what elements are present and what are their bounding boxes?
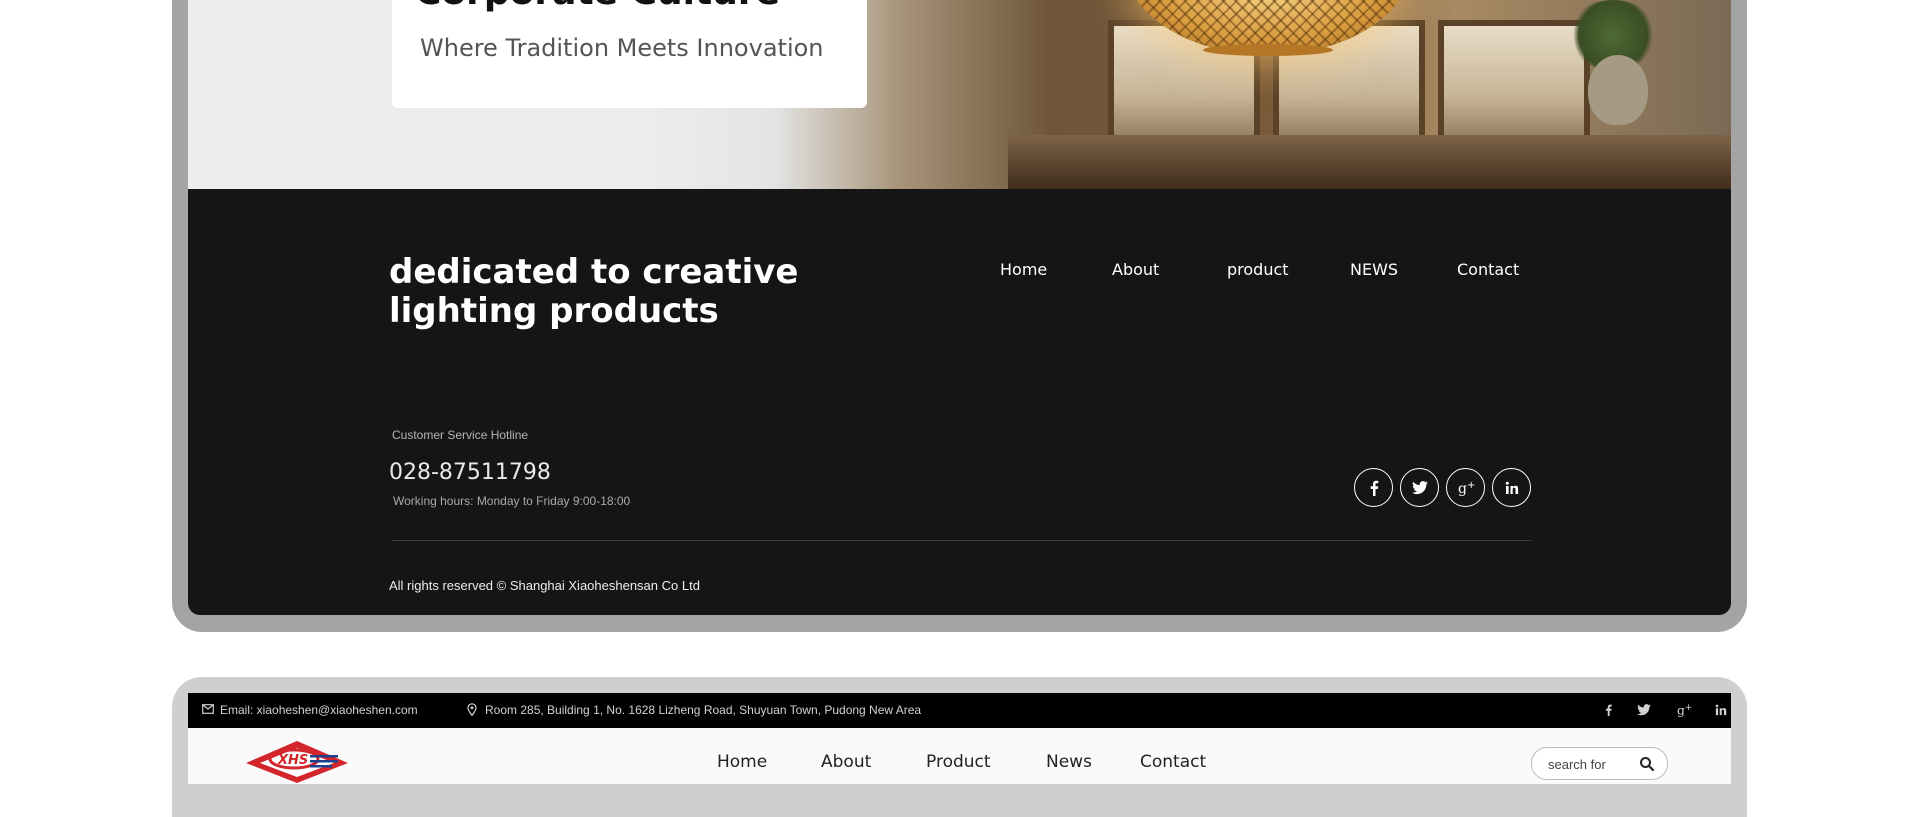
- linkedin-button[interactable]: [1492, 468, 1531, 507]
- twitter-icon: [1637, 704, 1651, 716]
- location-pin-icon: [467, 703, 477, 716]
- topbar-facebook-button[interactable]: [1598, 701, 1618, 719]
- footer-nav-about[interactable]: About: [1112, 260, 1159, 279]
- google-plus-icon: g +: [1677, 703, 1692, 717]
- copyright-text: All rights reserved © Shanghai Xiaoheshe…: [389, 578, 700, 593]
- google-plus-icon: g +: [1458, 480, 1475, 496]
- search-input[interactable]: [1546, 754, 1640, 774]
- footer-nav-news[interactable]: NEWS: [1350, 260, 1398, 279]
- facebook-icon: [1605, 704, 1612, 716]
- nav-home[interactable]: Home: [717, 752, 767, 772]
- footer-tagline: dedicated to creative lighting products: [389, 252, 799, 331]
- search-icon[interactable]: [1638, 755, 1656, 773]
- nav-about[interactable]: About: [821, 752, 871, 772]
- linkedin-icon: [1505, 481, 1518, 494]
- google-plus-button[interactable]: g +: [1446, 468, 1485, 507]
- svg-text:+: +: [1467, 480, 1475, 491]
- hero-subtitle: Where Tradition Meets Innovation: [420, 34, 824, 62]
- footer-divider: [392, 540, 1532, 541]
- top-info-bar: Email: xiaoheshen@xiaoheshen.com Room 28…: [188, 693, 1731, 728]
- footer-nav-contact[interactable]: Contact: [1457, 260, 1519, 279]
- hotline-label: Customer Service Hotline: [392, 428, 529, 442]
- facebook-icon: [1370, 480, 1378, 496]
- hero-title: Corporate Culture: [415, 0, 780, 13]
- contact-address: Room 285, Building 1, No. 1628 Lizheng R…: [485, 703, 922, 717]
- website-screen-bottom: Email: xiaoheshen@xiaoheshen.com Room 28…: [188, 693, 1731, 784]
- window-image: [1438, 20, 1590, 152]
- contact-email[interactable]: Email: xiaoheshen@xiaoheshen.com: [220, 703, 418, 717]
- svg-text:+: +: [1685, 703, 1692, 713]
- company-logo[interactable]: XHS: [244, 739, 350, 784]
- nav-contact[interactable]: Contact: [1140, 752, 1206, 772]
- topbar-linkedin-button[interactable]: [1711, 701, 1731, 719]
- lamp-rim: [1203, 44, 1333, 56]
- nav-product[interactable]: Product: [926, 752, 991, 772]
- website-screen-top: Corporate Culture Where Tradition Meets …: [188, 0, 1731, 615]
- twitter-icon: [1411, 480, 1428, 494]
- facebook-button[interactable]: [1354, 468, 1393, 507]
- linkedin-icon: [1715, 704, 1727, 716]
- table-image: [1008, 135, 1731, 189]
- footer-nav-home[interactable]: Home: [1000, 260, 1047, 279]
- twitter-button[interactable]: [1400, 468, 1439, 507]
- topbar-google-plus-button[interactable]: g +: [1674, 701, 1694, 719]
- search-box: [1531, 747, 1668, 780]
- topbar-twitter-button[interactable]: [1634, 701, 1654, 719]
- footer-nav-product[interactable]: product: [1227, 260, 1289, 279]
- hotline-number[interactable]: 028-87511798: [389, 460, 551, 485]
- svg-text:g: g: [1458, 481, 1467, 496]
- mail-icon: [202, 704, 214, 714]
- logo-text: XHS: [277, 753, 308, 768]
- vase-image: [1588, 55, 1648, 125]
- main-navigation: XHS Home About Product News Contact: [188, 728, 1731, 784]
- hero-banner: Corporate Culture Where Tradition Meets …: [188, 0, 1731, 189]
- svg-text:g: g: [1677, 703, 1685, 717]
- nav-news[interactable]: News: [1046, 752, 1092, 772]
- footer-nav: Home About product NEWS Contact: [1000, 260, 1728, 284]
- working-hours: Working hours: Monday to Friday 9:00-18:…: [393, 494, 631, 508]
